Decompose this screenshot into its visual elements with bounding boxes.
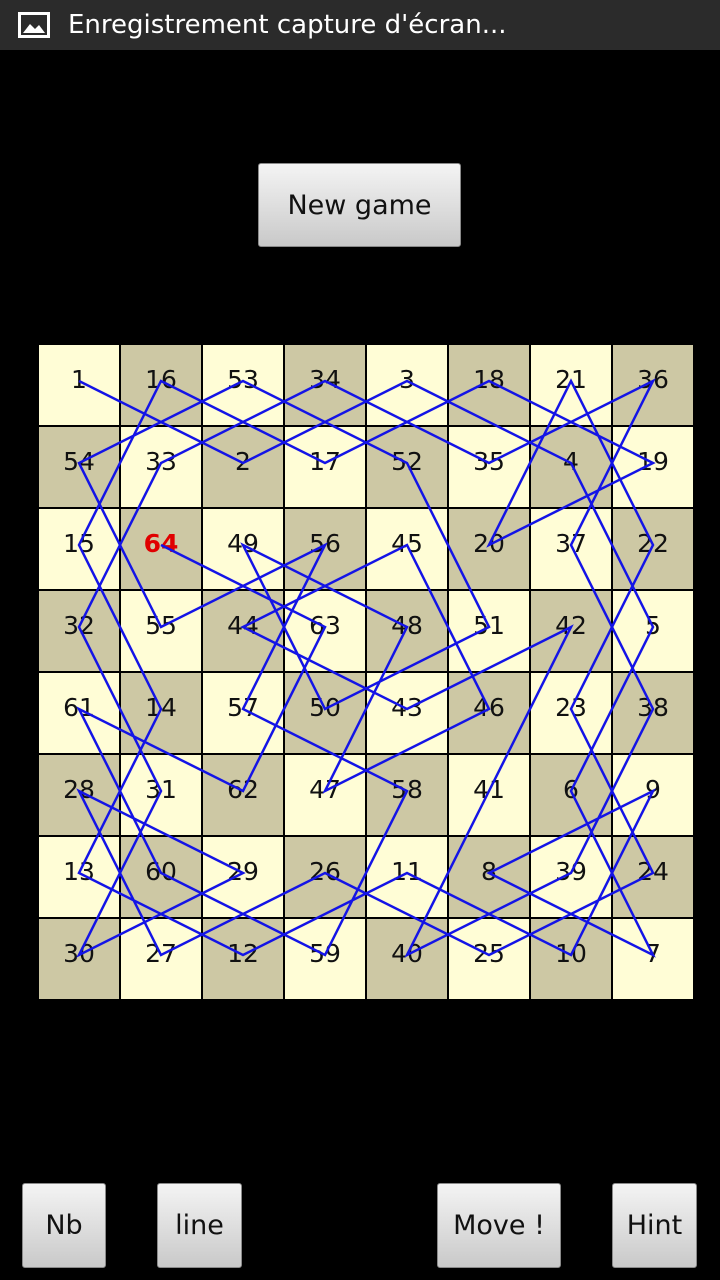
board-cell[interactable]: 63 xyxy=(285,591,365,671)
board-cell[interactable]: 52 xyxy=(367,427,447,507)
board-cell[interactable]: 37 xyxy=(531,509,611,589)
board-cell[interactable]: 51 xyxy=(449,591,529,671)
board-cell[interactable]: 62 xyxy=(203,755,283,835)
board-cell[interactable]: 6 xyxy=(531,755,611,835)
board-cell[interactable]: 41 xyxy=(449,755,529,835)
status-title: Enregistrement capture d'écran... xyxy=(68,10,507,40)
board-cell[interactable]: 4 xyxy=(531,427,611,507)
board-cell[interactable]: 1 xyxy=(39,345,119,425)
board-cell[interactable]: 27 xyxy=(121,919,201,999)
board-cell[interactable]: 10 xyxy=(531,919,611,999)
board-cell[interactable]: 14 xyxy=(121,673,201,753)
board-cell[interactable]: 13 xyxy=(39,837,119,917)
board-cell[interactable]: 31 xyxy=(121,755,201,835)
board-cell[interactable]: 34 xyxy=(285,345,365,425)
board-cell[interactable]: 39 xyxy=(531,837,611,917)
board-cell[interactable]: 36 xyxy=(613,345,693,425)
board-cell[interactable]: 25 xyxy=(449,919,529,999)
board-cell[interactable]: 3 xyxy=(367,345,447,425)
board-cell[interactable]: 48 xyxy=(367,591,447,671)
board-cell[interactable]: 42 xyxy=(531,591,611,671)
line-button[interactable]: line xyxy=(157,1183,242,1268)
board-cell[interactable]: 55 xyxy=(121,591,201,671)
board-cell[interactable]: 16 xyxy=(121,345,201,425)
board-cell[interactable]: 21 xyxy=(531,345,611,425)
board-cell[interactable]: 61 xyxy=(39,673,119,753)
board-cell[interactable]: 50 xyxy=(285,673,365,753)
board-cell[interactable]: 30 xyxy=(39,919,119,999)
board-cell[interactable]: 18 xyxy=(449,345,529,425)
board-cell[interactable]: 20 xyxy=(449,509,529,589)
board-cell[interactable]: 54 xyxy=(39,427,119,507)
board-cell[interactable]: 59 xyxy=(285,919,365,999)
board-cell[interactable]: 49 xyxy=(203,509,283,589)
board-cell[interactable]: 45 xyxy=(367,509,447,589)
board-cell[interactable]: 58 xyxy=(367,755,447,835)
image-icon xyxy=(18,12,50,38)
board-cell[interactable]: 60 xyxy=(121,837,201,917)
board-cell[interactable]: 32 xyxy=(39,591,119,671)
board-cell[interactable]: 26 xyxy=(285,837,365,917)
board-cell[interactable]: 11 xyxy=(367,837,447,917)
board-cell[interactable]: 8 xyxy=(449,837,529,917)
board-cell[interactable]: 43 xyxy=(367,673,447,753)
nb-button[interactable]: Nb xyxy=(22,1183,106,1268)
board-cell[interactable]: 17 xyxy=(285,427,365,507)
board-cell[interactable]: 28 xyxy=(39,755,119,835)
status-bar: Enregistrement capture d'écran... xyxy=(0,0,720,50)
knight-tour-board: 1 16 53 34 3 18 21 36 54 33 2 17 52 35 4 19 15 64 49 56 45 20… xyxy=(38,344,694,1000)
board-cell[interactable]: 64 xyxy=(121,509,201,589)
board-cell[interactable]: 56 xyxy=(285,509,365,589)
board-cell[interactable]: 40 xyxy=(367,919,447,999)
board-cell[interactable]: 5 xyxy=(613,591,693,671)
board-cell[interactable]: 53 xyxy=(203,345,283,425)
board-cell[interactable]: 29 xyxy=(203,837,283,917)
board-cell[interactable]: 47 xyxy=(285,755,365,835)
board-cell[interactable]: 44 xyxy=(203,591,283,671)
board-cell[interactable]: 38 xyxy=(613,673,693,753)
board-cell[interactable]: 22 xyxy=(613,509,693,589)
board-cell[interactable]: 19 xyxy=(613,427,693,507)
new-game-button[interactable]: New game xyxy=(258,163,461,247)
board-cell[interactable]: 57 xyxy=(203,673,283,753)
board-cell[interactable]: 33 xyxy=(121,427,201,507)
hint-button[interactable]: Hint xyxy=(612,1183,697,1268)
board-cell[interactable]: 35 xyxy=(449,427,529,507)
board-cell[interactable]: 9 xyxy=(613,755,693,835)
board-cell[interactable]: 2 xyxy=(203,427,283,507)
move-button[interactable]: Move ! xyxy=(437,1183,561,1268)
board-cell[interactable]: 7 xyxy=(613,919,693,999)
board-cell[interactable]: 46 xyxy=(449,673,529,753)
board-cell[interactable]: 24 xyxy=(613,837,693,917)
board-cell[interactable]: 15 xyxy=(39,509,119,589)
board-cell[interactable]: 12 xyxy=(203,919,283,999)
board-cell[interactable]: 23 xyxy=(531,673,611,753)
